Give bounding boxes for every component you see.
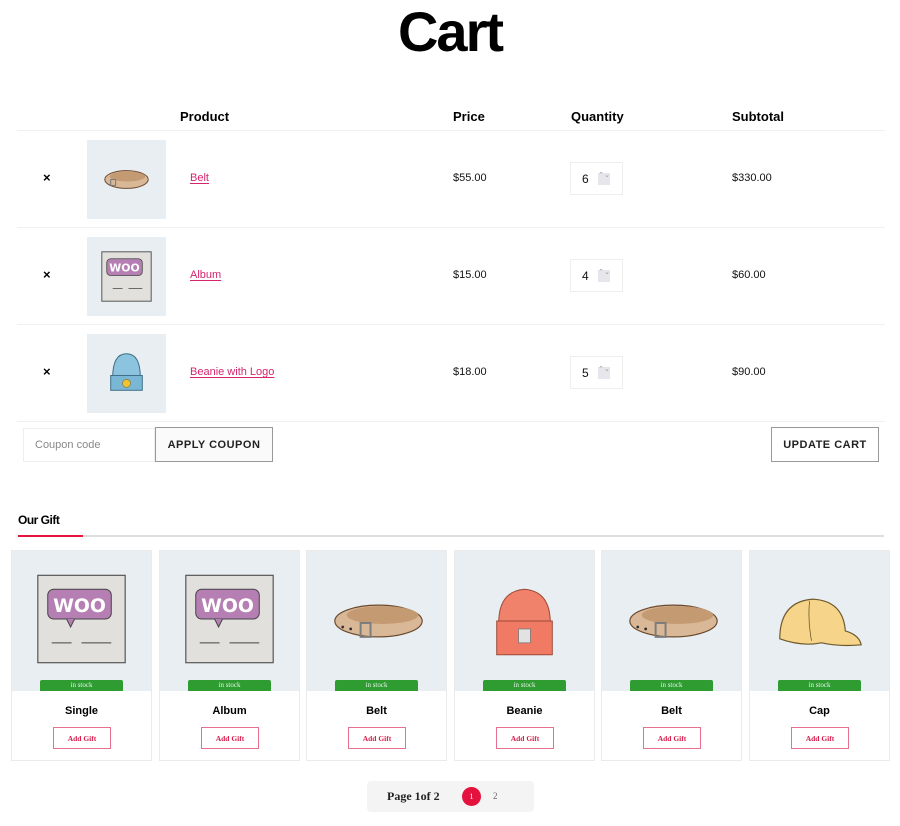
belt-icon [334,604,423,638]
product-link[interactable]: Album [190,269,221,281]
stock-badge: in stock [778,680,861,691]
gift-image[interactable]: WOO [12,551,151,691]
page-title: Cart [397,0,504,63]
add-gift-button[interactable]: Add Gift [643,727,701,749]
active-tab-indicator [18,535,83,537]
svg-text:WOO: WOO [109,262,139,275]
album-icon: WOO [101,251,152,302]
tab-divider [18,535,884,537]
page-2-button[interactable]: 2 [493,791,498,801]
cart-table: Product Price Quantity Subtotal × Belt $… [17,102,885,422]
add-gift-button[interactable]: Add Gift [53,727,111,749]
add-gift-button[interactable]: Add Gift [201,727,259,749]
coupon-code-input[interactable] [23,428,155,462]
beanie-icon [496,588,553,656]
beanie-icon [110,353,143,391]
quantity-value[interactable]: 6 [582,172,589,186]
product-price: $18.00 [453,366,487,378]
gift-image[interactable] [307,551,446,691]
quantity-stepper[interactable]: 4 ⌃⌄ [570,259,623,292]
product-thumbnail[interactable]: WOO [87,237,166,316]
quantity-value[interactable]: 4 [582,269,589,283]
product-subtotal: $90.00 [732,366,766,378]
quantity-value[interactable]: 5 [582,366,589,380]
stock-badge: in stock [40,680,123,691]
gift-card: in stock Belt Add Gift [601,550,742,761]
album-single-icon: WOO [37,574,126,664]
product-price: $55.00 [453,172,487,184]
product-subtotal: $60.00 [732,269,766,281]
gift-card: in stock Beanie Add Gift [454,550,595,761]
cart-row: × Belt $55.00 6 ⌃⌄ $330.00 [17,131,885,228]
page-count-label: Page 1of 2 [387,789,440,803]
cap-icon [779,598,862,647]
gift-card: in stock Belt Add Gift [306,550,447,761]
add-gift-button[interactable]: Add Gift [791,727,849,749]
stock-badge: in stock [335,680,418,691]
stock-badge: in stock [630,680,713,691]
apply-coupon-button[interactable]: APPLY COUPON [155,427,273,462]
add-gift-button[interactable]: Add Gift [348,727,406,749]
gift-image[interactable] [602,551,741,691]
product-thumbnail[interactable] [87,140,166,219]
gift-card: in stock Cap Add Gift [749,550,890,761]
update-cart-button[interactable]: UPDATE CART [771,427,879,462]
add-gift-button[interactable]: Add Gift [496,727,554,749]
product-subtotal: $330.00 [732,172,772,184]
belt-icon [104,170,149,189]
stock-badge: in stock [483,680,566,691]
gift-name: Cap [809,705,830,717]
gift-name: Single [64,705,98,717]
album-icon: WOO [185,574,274,664]
gift-name: Belt [366,705,387,717]
gift-section-tab[interactable]: Our Gift [18,513,60,527]
gift-name: Beanie [506,705,543,717]
product-link[interactable]: Belt [190,172,209,184]
remove-item-icon[interactable]: × [43,268,55,282]
pagination: Page 1of 2 1 2 [367,781,534,812]
product-link[interactable]: Beanie with Logo [190,366,274,378]
cart-row: × Beanie with Logo $18.00 5 ⌃⌄ $90.00 [17,325,885,422]
svg-text:WOO: WOO [201,595,254,617]
belt-icon [629,604,718,638]
cart-row: × WOO Album $15.00 4 ⌃⌄ $60.00 [17,228,885,325]
remove-item-icon[interactable]: × [43,365,55,379]
svg-text:WOO: WOO [53,595,106,617]
product-price: $15.00 [453,269,487,281]
gift-name: Belt [661,705,682,717]
gift-name: Album [212,705,247,717]
spinner-arrows-icon[interactable]: ⌃⌄ [598,269,610,282]
spinner-arrows-icon[interactable]: ⌃⌄ [598,172,610,185]
gift-image[interactable]: WOO [160,551,299,691]
stock-badge: in stock [188,680,271,691]
product-thumbnail[interactable] [87,334,166,413]
remove-item-icon[interactable]: × [43,171,55,185]
gift-card: WOO in stock Album Add Gift [159,550,300,761]
spinner-arrows-icon[interactable]: ⌃⌄ [598,366,610,379]
gift-grid: WOO in stock Single Add Gift WOO in stoc… [11,550,891,761]
gift-image[interactable] [455,551,594,691]
gift-card: WOO in stock Single Add Gift [11,550,152,761]
quantity-stepper[interactable]: 5 ⌃⌄ [570,356,623,389]
page-1-button[interactable]: 1 [462,787,481,806]
header-product: Product [180,109,230,124]
header-price: Price [453,109,485,124]
header-quantity: Quantity [571,109,624,124]
cart-table-header: Product Price Quantity Subtotal [17,102,885,131]
quantity-stepper[interactable]: 6 ⌃⌄ [570,162,623,195]
gift-image[interactable] [750,551,889,691]
header-subtotal: Subtotal [732,109,784,124]
